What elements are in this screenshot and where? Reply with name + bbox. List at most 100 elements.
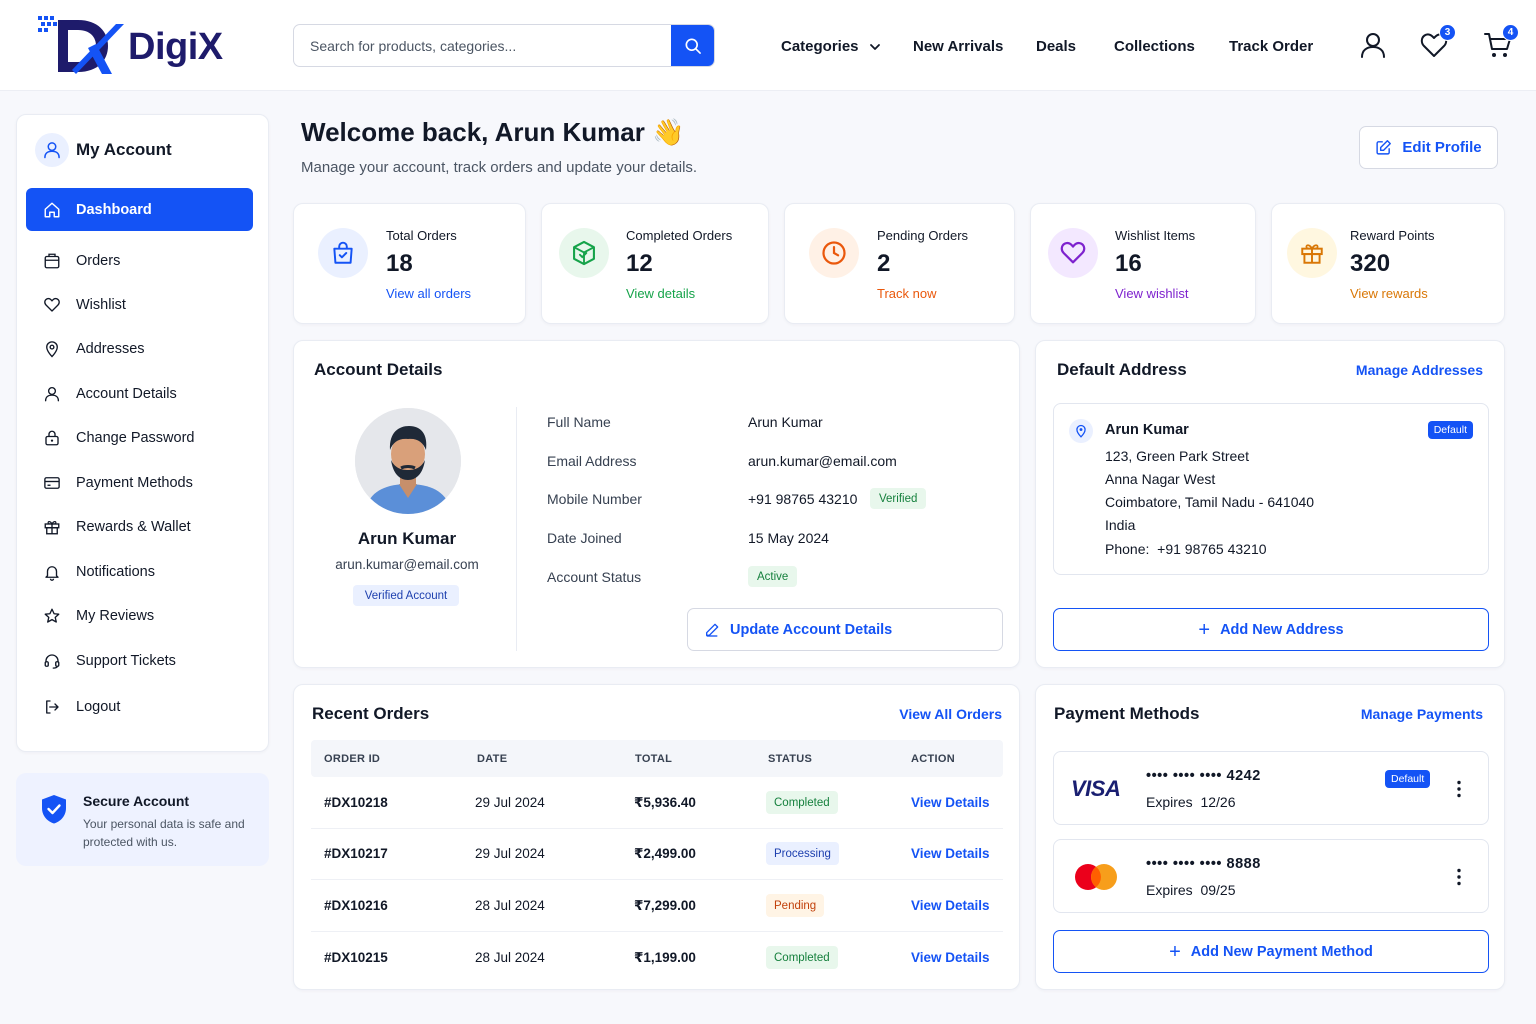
view-all-orders-link[interactable]: View All Orders: [899, 706, 1002, 722]
edit-icon: [1376, 140, 1392, 155]
sidebar-item-addresses[interactable]: Addresses: [26, 327, 253, 370]
stat-link-view-all-orders[interactable]: View all orders: [386, 286, 471, 301]
stat-link-track-now[interactable]: Track now: [877, 286, 936, 301]
stat-card-wishlist-items: Wishlist Items 16 View wishlist: [1030, 203, 1256, 324]
stat-card-completed-orders: Completed Orders 12 View details: [541, 203, 769, 324]
more-options-icon[interactable]: [1456, 868, 1462, 886]
card-expiry: Expires 12/26: [1146, 794, 1236, 810]
chevron-down-icon: [869, 43, 880, 50]
add-new-address-button[interactable]: + Add New Address: [1053, 608, 1489, 651]
stat-label: Completed Orders: [626, 228, 733, 243]
sidebar-item-account-details[interactable]: Account Details: [26, 372, 253, 415]
sidebar-item-rewards-wallet[interactable]: Rewards & Wallet: [26, 505, 253, 548]
manage-addresses-link[interactable]: Manage Addresses: [1356, 362, 1483, 378]
sidebar-item-dashboard[interactable]: Dashboard: [26, 188, 253, 231]
field-label-email: Email Address: [547, 453, 637, 469]
recent-orders-card: Recent Orders View All Orders ORDER ID D…: [293, 684, 1020, 990]
search-bar: [293, 24, 715, 67]
table-row: #DX10217 29 Jul 2024 ₹2,499.00 Processin…: [311, 828, 1003, 880]
edit-profile-label: Edit Profile: [1402, 139, 1482, 156]
more-options-icon[interactable]: [1456, 780, 1462, 798]
orders-table-header: ORDER ID DATE TOTAL STATUS ACTION: [311, 740, 1003, 777]
mobile-verified-badge: Verified: [870, 488, 927, 509]
secure-account-title: Secure Account: [83, 793, 190, 809]
edit-profile-button[interactable]: Edit Profile: [1359, 126, 1498, 169]
plus-icon: +: [1169, 940, 1181, 963]
sidebar-item-label: My Reviews: [76, 607, 155, 624]
stat-link-view-rewards[interactable]: View rewards: [1350, 286, 1428, 301]
stat-link-view-details[interactable]: View details: [626, 286, 695, 301]
wishlist-count-badge: 3: [1439, 24, 1456, 41]
default-address-card: Default Address Manage Addresses Arun Ku…: [1035, 340, 1505, 668]
digix-logo[interactable]: DigiX: [36, 14, 226, 76]
nav-categories[interactable]: Categories: [781, 38, 881, 55]
add-new-payment-method-label: Add New Payment Method: [1190, 943, 1373, 960]
sidebar-item-label: Support Tickets: [76, 652, 176, 669]
nav-collections[interactable]: Collections: [1114, 38, 1195, 55]
manage-payments-link[interactable]: Manage Payments: [1361, 706, 1483, 722]
sidebar-item-orders[interactable]: Orders: [26, 239, 253, 282]
nav-track-order[interactable]: Track Order: [1229, 38, 1313, 55]
sidebar-item-label: Rewards & Wallet: [76, 518, 191, 535]
table-row: #DX10215 28 Jul 2024 ₹1,199.00 Completed…: [311, 932, 1003, 984]
add-new-payment-method-button[interactable]: + Add New Payment Method: [1053, 930, 1489, 973]
address-entry: Arun Kumar Default 123, Green Park Stree…: [1053, 403, 1489, 575]
account-details-card: Account Details Arun Kumar arun.kumar@em…: [293, 340, 1020, 668]
stat-link-view-wishlist[interactable]: View wishlist: [1115, 286, 1188, 301]
sidebar-item-wishlist[interactable]: Wishlist: [26, 283, 253, 326]
user-icon: [44, 386, 60, 401]
stat-label: Wishlist Items: [1115, 228, 1196, 243]
address-line: India: [1105, 517, 1136, 533]
nav-deals[interactable]: Deals: [1036, 38, 1076, 55]
page-subtitle: Manage your account, track orders and up…: [301, 159, 698, 176]
status-badge: Completed: [766, 791, 838, 814]
default-card-badge: Default: [1385, 770, 1431, 788]
sidebar-item-payment-methods[interactable]: Payment Methods: [26, 461, 253, 504]
stat-icon-wrap: [1287, 228, 1337, 278]
verified-account-badge: Verified Account: [353, 585, 459, 606]
stat-card-total-orders: Total Orders 18 View all orders: [293, 203, 526, 324]
sidebar-item-notifications[interactable]: Notifications: [26, 550, 253, 593]
logo-text: DigiX: [128, 26, 223, 68]
address-phone: Phone: +91 98765 43210: [1105, 541, 1267, 557]
section-title: Payment Methods: [1054, 704, 1200, 723]
secure-account-desc: Your personal data is safe and protected…: [83, 817, 245, 849]
stat-card-reward-points: Reward Points 320 View rewards: [1271, 203, 1505, 324]
section-title: Recent Orders: [312, 704, 430, 723]
shopping-bag-icon: [333, 241, 353, 264]
view-details-link[interactable]: View Details: [911, 898, 990, 913]
star-icon: [44, 608, 60, 623]
sidebar-item-label: Wishlist: [76, 296, 126, 313]
view-details-link[interactable]: View Details: [911, 846, 990, 861]
profile-name: Arun Kumar: [357, 529, 457, 548]
nav-categories-label: Categories: [781, 38, 859, 55]
order-total: ₹7,299.00: [634, 898, 696, 913]
sidebar-item-support-tickets[interactable]: Support Tickets: [26, 639, 253, 682]
visa-logo: VISA: [1071, 776, 1121, 801]
section-title: Default Address: [1057, 360, 1187, 379]
account-button[interactable]: [1358, 30, 1388, 60]
order-date: 29 Jul 2024: [475, 846, 545, 861]
location-pin-icon-wrap: [1069, 419, 1093, 443]
sidebar-item-change-password[interactable]: Change Password: [26, 416, 253, 459]
sidebar-item-my-reviews[interactable]: My Reviews: [26, 594, 253, 637]
sidebar-item-logout[interactable]: Logout: [26, 685, 253, 728]
search-button[interactable]: [671, 25, 714, 66]
stat-label: Total Orders: [386, 228, 457, 243]
home-icon: [44, 202, 60, 217]
account-avatar-icon: [35, 133, 69, 167]
table-row: #DX10216 28 Jul 2024 ₹7,299.00 Pending V…: [311, 880, 1003, 932]
address-line: 123, Green Park Street: [1105, 448, 1249, 464]
heart-icon: [1060, 241, 1086, 264]
view-details-link[interactable]: View Details: [911, 950, 990, 965]
search-input[interactable]: [294, 25, 672, 66]
clock-icon: [822, 241, 846, 265]
address-line: Anna Nagar West: [1105, 471, 1216, 487]
top-header: DigiX Categories New Arrivals Deals Coll…: [0, 0, 1536, 91]
sidebar-item-label: Addresses: [76, 340, 145, 357]
update-account-details-button[interactable]: Update Account Details: [687, 608, 1003, 651]
order-date: 28 Jul 2024: [475, 898, 545, 913]
view-details-link[interactable]: View Details: [911, 795, 990, 810]
nav-new-arrivals[interactable]: New Arrivals: [913, 38, 1003, 55]
avatar: [355, 408, 461, 514]
